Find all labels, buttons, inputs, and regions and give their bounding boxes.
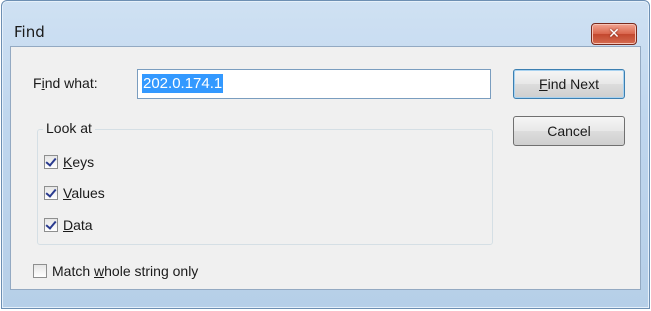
data-checkbox-row[interactable]: Data [44, 215, 93, 235]
data-label: Data [63, 217, 93, 233]
cancel-button[interactable]: Cancel [513, 116, 625, 146]
keys-checkbox[interactable] [44, 155, 58, 169]
keys-label: Keys [63, 154, 95, 170]
find-dialog-window: Find ✕ Find what: 202.0.174.1 Find Next … [1, 0, 650, 309]
match-whole-row[interactable]: Match whole string only [33, 261, 198, 281]
window-title: Find [14, 23, 45, 41]
close-button[interactable]: ✕ [591, 23, 637, 45]
find-what-input[interactable]: 202.0.174.1 [137, 69, 491, 99]
find-what-label: Find what: [33, 75, 98, 91]
look-at-legend: Look at [43, 120, 95, 136]
find-next-button[interactable]: Find Next [513, 69, 625, 99]
title-bar[interactable]: Find ✕ [2, 1, 649, 45]
keys-checkbox-row[interactable]: Keys [44, 152, 94, 172]
data-checkbox[interactable] [44, 218, 58, 232]
dialog-client-area: Find what: 202.0.174.1 Find Next Cancel … [10, 46, 641, 290]
values-label: Values [63, 185, 105, 201]
close-icon: ✕ [608, 26, 620, 42]
match-whole-checkbox[interactable] [33, 264, 47, 278]
values-checkbox[interactable] [44, 186, 58, 200]
find-what-value: 202.0.174.1 [142, 74, 224, 93]
match-whole-label: Match whole string only [52, 263, 199, 279]
look-at-group [37, 129, 493, 245]
values-checkbox-row[interactable]: Values [44, 183, 105, 203]
